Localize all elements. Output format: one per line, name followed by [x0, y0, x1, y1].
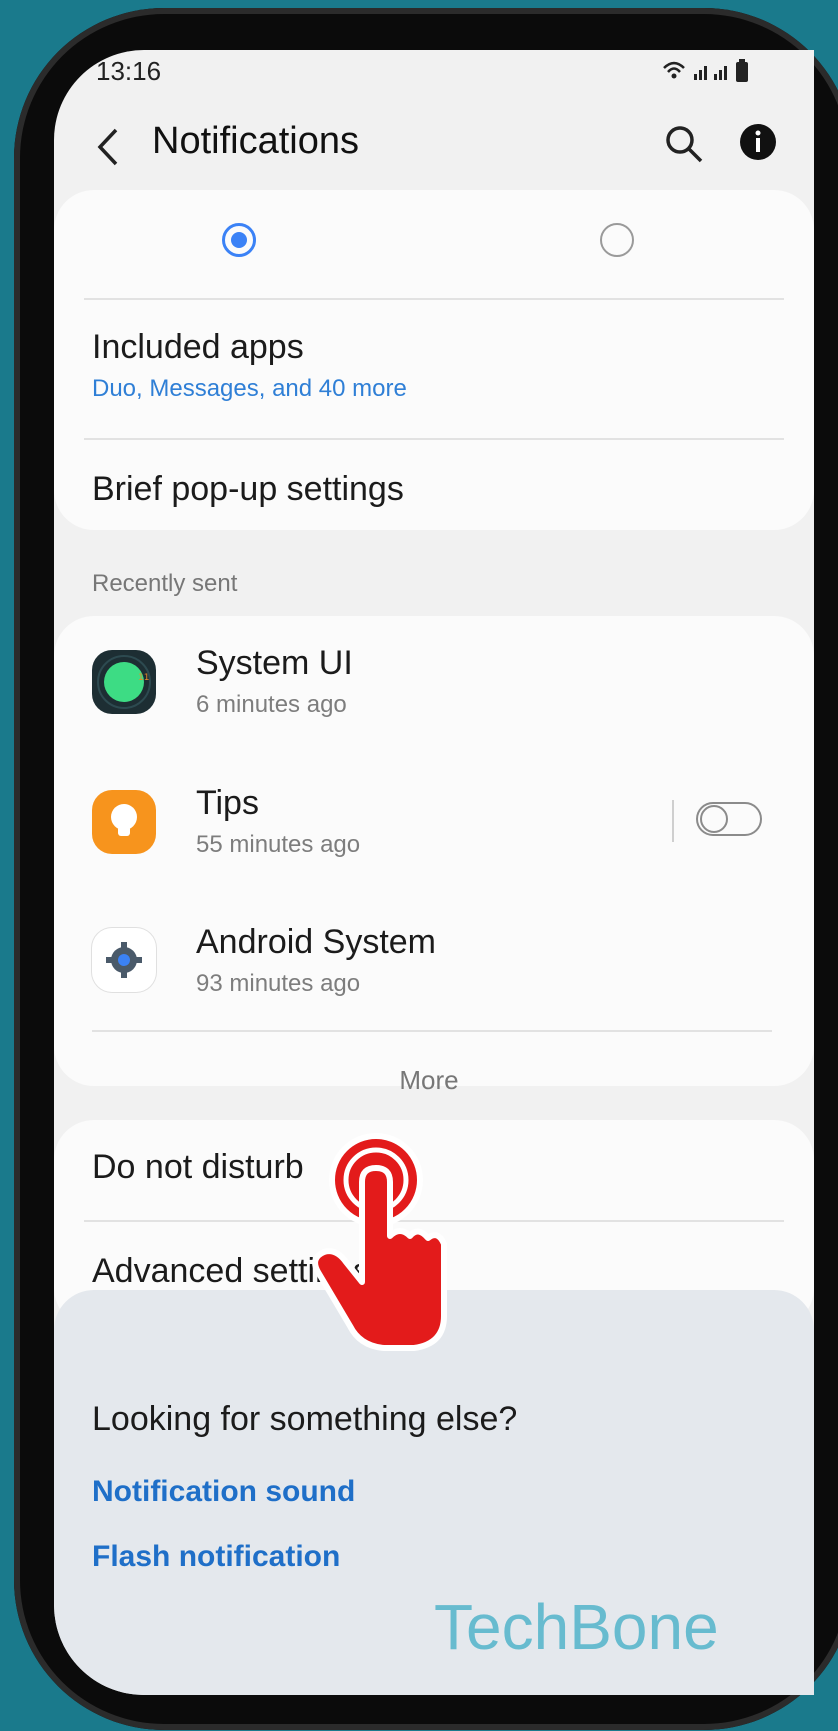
page-title: Notifications: [152, 120, 359, 162]
do-not-disturb-row[interactable]: Do not disturb: [92, 1148, 304, 1187]
app-name: System UI: [196, 644, 353, 682]
system-ui-app-icon: 11: [92, 650, 156, 714]
divider: [92, 1030, 772, 1032]
included-apps-summary: Duo, Messages, and 40 more: [92, 375, 407, 402]
android-system-app-icon: [92, 928, 156, 992]
watermark-logo: TechBone: [434, 1591, 719, 1663]
divider: [84, 298, 784, 300]
brief-popup-settings-row[interactable]: Brief pop-up settings: [92, 470, 404, 509]
suggestion-heading: Looking for something else?: [92, 1400, 518, 1438]
included-apps-row[interactable]: Included apps Duo, Messages, and 40 more: [92, 328, 772, 418]
list-item[interactable]: Tips 55 minutes ago: [196, 784, 616, 859]
flash-notification-link[interactable]: Flash notification: [92, 1540, 340, 1574]
screen: 13:16 Notifications Included apps Duo, M: [54, 50, 814, 1695]
section-label-recently-sent: Recently sent: [92, 570, 238, 597]
notification-sound-link[interactable]: Notification sound: [92, 1475, 355, 1509]
list-item[interactable]: System UI 6 minutes ago: [196, 644, 616, 719]
tap-hand-icon: [294, 1130, 454, 1360]
app-time: 6 minutes ago: [196, 691, 347, 718]
back-icon[interactable]: [90, 122, 130, 172]
style-radio-selected[interactable]: [222, 223, 256, 257]
app-time: 55 minutes ago: [196, 831, 361, 858]
style-radio-unselected[interactable]: [600, 223, 634, 257]
status-time: 13:16: [96, 56, 162, 86]
app-time: 93 minutes ago: [196, 970, 361, 997]
svg-text:11: 11: [138, 673, 149, 683]
included-apps-label: Included apps: [92, 328, 304, 366]
status-icons: [660, 56, 756, 91]
wifi-signal-battery-icon: [663, 59, 748, 82]
app-name: Android System: [196, 923, 436, 961]
list-item[interactable]: Android System 93 minutes ago: [196, 923, 616, 998]
tips-notification-toggle[interactable]: [696, 802, 762, 836]
divider: [84, 438, 784, 440]
toggle-separator: [672, 800, 674, 842]
tips-app-icon: [92, 790, 156, 854]
info-icon[interactable]: [738, 122, 778, 162]
app-name: Tips: [196, 784, 259, 822]
more-button[interactable]: More: [84, 1065, 774, 1096]
search-icon[interactable]: [662, 122, 706, 166]
